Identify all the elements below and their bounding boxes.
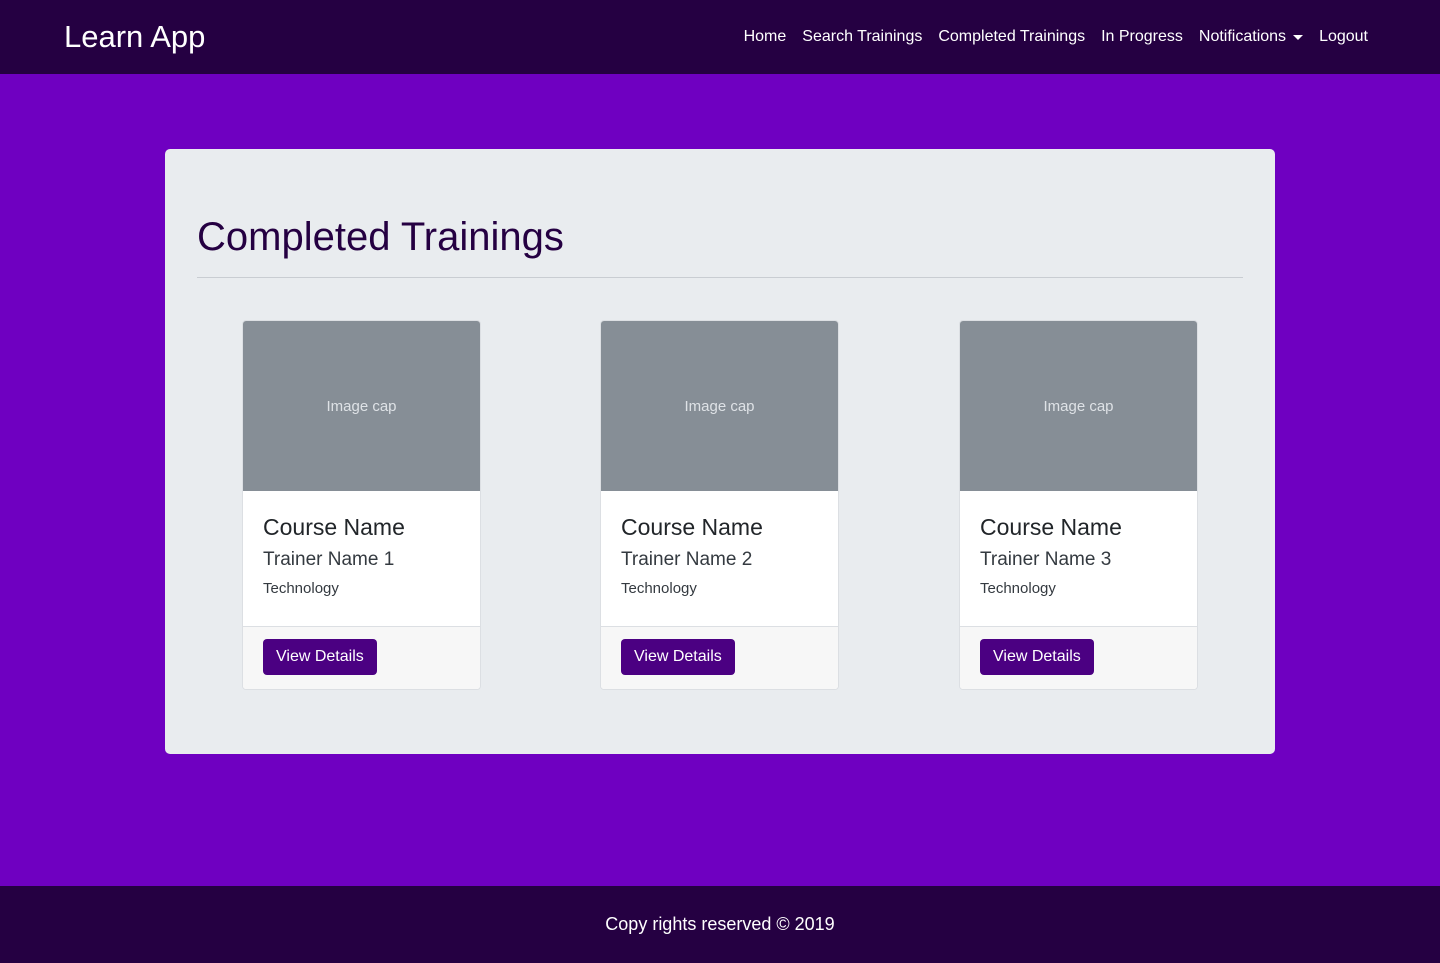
course-category: Technology [263, 580, 339, 597]
nav-notifications-dropdown[interactable]: Notifications [1191, 27, 1311, 47]
card-image-placeholder: Image cap [243, 321, 480, 491]
page-title: Completed Trainings [197, 215, 564, 259]
card-body: Course Name Trainer Name 3 Technology [960, 491, 1197, 627]
caret-down-icon [1293, 35, 1304, 40]
brand-logo[interactable]: Learn App [64, 18, 205, 56]
training-card: Image cap Course Name Trainer Name 3 Tec… [959, 320, 1198, 690]
trainer-name: Trainer Name 2 [621, 549, 753, 570]
card-footer: View Details [601, 626, 838, 689]
view-details-button[interactable]: View Details [263, 639, 377, 675]
card-image-placeholder: Image cap [960, 321, 1197, 491]
view-details-button[interactable]: View Details [621, 639, 735, 675]
card-body: Course Name Trainer Name 2 Technology [601, 491, 838, 627]
view-details-button[interactable]: View Details [980, 639, 1094, 675]
navbar: Learn App Home Search Trainings Complete… [0, 0, 1440, 74]
course-category: Technology [980, 580, 1056, 597]
copyright-text: Copy rights reserved © 2019 [605, 914, 835, 934]
card-footer: View Details [960, 626, 1197, 689]
card-body: Course Name Trainer Name 1 Technology [243, 491, 480, 627]
nav-notifications-label: Notifications [1198, 28, 1287, 45]
nav-home[interactable]: Home [736, 27, 795, 47]
course-name: Course Name [621, 514, 763, 540]
training-card: Image cap Course Name Trainer Name 2 Tec… [600, 320, 839, 690]
trainer-name: Trainer Name 1 [263, 549, 395, 570]
training-card: Image cap Course Name Trainer Name 1 Tec… [242, 320, 481, 690]
course-category: Technology [621, 580, 697, 597]
main-panel: Completed Trainings Image cap Course Nam… [165, 149, 1275, 754]
course-name: Course Name [980, 514, 1122, 540]
nav-completed-trainings[interactable]: Completed Trainings [930, 27, 1093, 47]
nav-search-trainings[interactable]: Search Trainings [794, 27, 930, 47]
card-image-placeholder: Image cap [601, 321, 838, 491]
trainer-name: Trainer Name 3 [980, 549, 1112, 570]
nav-logout[interactable]: Logout [1311, 27, 1376, 47]
page-footer: Copy rights reserved © 2019 [0, 886, 1440, 963]
nav-in-progress[interactable]: In Progress [1093, 27, 1191, 47]
course-name: Course Name [263, 514, 405, 540]
card-footer: View Details [243, 626, 480, 689]
divider [197, 277, 1243, 278]
nav-links: Home Search Trainings Completed Training… [736, 0, 1376, 74]
